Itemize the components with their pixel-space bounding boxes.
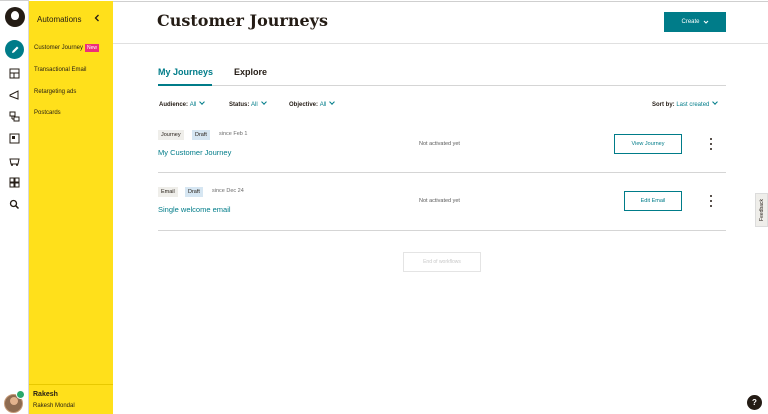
audience-filter[interactable]: Audience: All	[159, 99, 206, 108]
sidebar-item-label: Retargeting ads	[34, 89, 77, 95]
audience-icon[interactable]	[8, 67, 20, 79]
mailchimp-logo-icon[interactable]	[5, 7, 25, 27]
row-divider	[158, 230, 726, 231]
sidebar-item-label: Transactional Email	[34, 67, 87, 73]
type-tag: Journey	[158, 130, 184, 140]
sidebar-item-postcards[interactable]: Postcards	[34, 110, 61, 116]
sidebar-title: Automations	[37, 15, 82, 24]
view-journey-button[interactable]: View Journey	[614, 134, 682, 154]
collapse-chevron-icon[interactable]	[91, 12, 103, 24]
content-icon[interactable]	[8, 132, 20, 144]
since-date: since Dec 24	[212, 188, 244, 194]
status-badge-icon	[16, 390, 25, 399]
filter-label: Status:	[229, 102, 250, 108]
filter-label: Audience:	[159, 102, 189, 108]
workflow-status: Not activated yet	[419, 198, 460, 204]
draft-tag: Draft	[192, 130, 210, 140]
chevron-down-icon	[199, 99, 206, 105]
integrations-icon[interactable]	[8, 176, 20, 188]
chevron-down-icon	[329, 99, 336, 105]
campaign-icon[interactable]	[8, 88, 20, 100]
account-full-name: Rakesh Mondal	[33, 403, 75, 409]
create-button[interactable]: Create	[664, 12, 726, 32]
filter-value: All	[251, 102, 258, 108]
sidebar-item-retargeting-ads[interactable]: Retargeting ads	[34, 89, 76, 95]
search-icon[interactable]	[8, 198, 20, 210]
help-icon[interactable]: ?	[747, 395, 762, 410]
sidebar-item-transactional-email[interactable]: Transactional Email	[34, 67, 86, 73]
workflow-status: Not activated yet	[419, 141, 460, 147]
end-of-workflows-button: End of workflows	[403, 252, 481, 272]
create-pencil-icon[interactable]	[5, 40, 24, 59]
active-tab-underline	[158, 84, 212, 86]
account-name: Rakesh	[33, 391, 58, 398]
store-icon[interactable]	[8, 154, 20, 166]
automation-icon[interactable]	[8, 110, 20, 122]
page-header: Customer Journeys Create	[113, 1, 768, 44]
row-divider	[158, 172, 726, 173]
workflow-name-link[interactable]: Single welcome email	[158, 205, 231, 214]
sidebar-item-label: Postcards	[34, 110, 61, 116]
filter-value: Last created	[676, 102, 710, 108]
type-tag: Email	[158, 187, 178, 197]
feedback-label: Feedback	[758, 199, 765, 221]
more-options-icon[interactable]	[708, 138, 714, 150]
filter-value: All	[319, 102, 327, 108]
page-title: Customer Journeys	[157, 11, 328, 30]
chevron-down-icon	[712, 99, 719, 105]
new-badge: New	[85, 44, 100, 52]
workflow-name-link[interactable]: My Customer Journey	[158, 148, 231, 157]
status-filter[interactable]: Status: All	[229, 99, 267, 108]
automations-sidebar: Automations Customer Journey New Transact…	[29, 1, 113, 414]
account-footer[interactable]: Rakesh Rakesh Mondal	[29, 384, 113, 414]
since-date: since Feb 1	[219, 131, 248, 137]
filter-label: Sort by:	[652, 102, 675, 108]
sort-filter[interactable]: Sort by: Last created	[652, 99, 719, 108]
objective-filter[interactable]: Objective: All	[289, 99, 336, 108]
more-options-icon[interactable]	[708, 195, 714, 207]
chevron-down-icon	[260, 99, 267, 105]
sidebar-item-label: Customer Journey	[34, 45, 84, 51]
edit-email-button[interactable]: Edit Email	[624, 191, 682, 211]
draft-tag: Draft	[185, 187, 203, 197]
feedback-tab[interactable]: Feedback	[755, 193, 768, 227]
filter-value: All	[189, 102, 197, 108]
tabs-divider	[158, 85, 726, 86]
chevron-down-icon	[703, 20, 708, 24]
filter-label: Objective:	[289, 102, 319, 108]
icon-rail	[0, 0, 29, 414]
tab-explore[interactable]: Explore	[234, 67, 267, 77]
sidebar-item-customer-journey[interactable]: Customer Journey New	[34, 44, 100, 52]
create-button-label: Create	[681, 19, 700, 25]
tab-my-journeys[interactable]: My Journeys	[158, 67, 213, 77]
